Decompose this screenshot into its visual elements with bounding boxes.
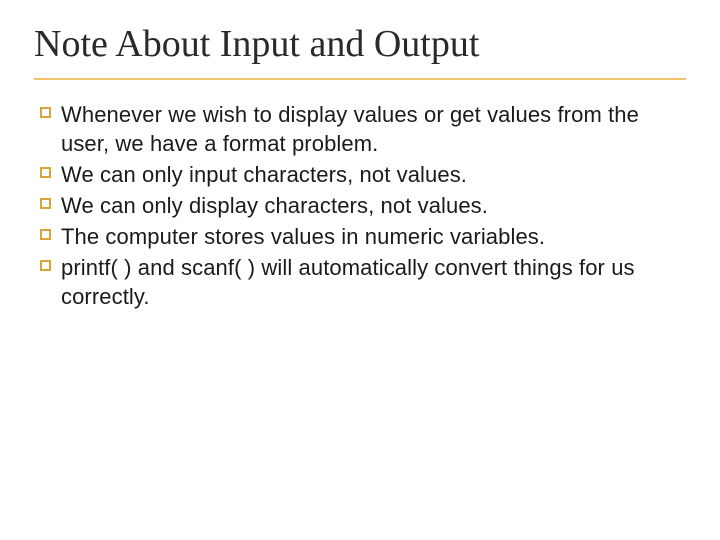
list-item-text: We can only input characters, not values…: [61, 160, 467, 189]
list-item: We can only display characters, not valu…: [40, 191, 686, 220]
bullet-list: Whenever we wish to display values or ge…: [34, 100, 686, 311]
square-bullet-icon: [40, 107, 51, 118]
square-bullet-icon: [40, 167, 51, 178]
page-title: Note About Input and Output: [34, 22, 686, 80]
list-item: printf( ) and scanf( ) will automaticall…: [40, 253, 686, 311]
list-item: Whenever we wish to display values or ge…: [40, 100, 686, 158]
list-item-text: printf( ) and scanf( ) will automaticall…: [61, 253, 686, 311]
square-bullet-icon: [40, 198, 51, 209]
list-item-text: We can only display characters, not valu…: [61, 191, 488, 220]
list-item-text: The computer stores values in numeric va…: [61, 222, 545, 251]
list-item-text: Whenever we wish to display values or ge…: [61, 100, 686, 158]
square-bullet-icon: [40, 229, 51, 240]
list-item: We can only input characters, not values…: [40, 160, 686, 189]
slide: Note About Input and Output Whenever we …: [0, 0, 720, 540]
list-item: The computer stores values in numeric va…: [40, 222, 686, 251]
square-bullet-icon: [40, 260, 51, 271]
